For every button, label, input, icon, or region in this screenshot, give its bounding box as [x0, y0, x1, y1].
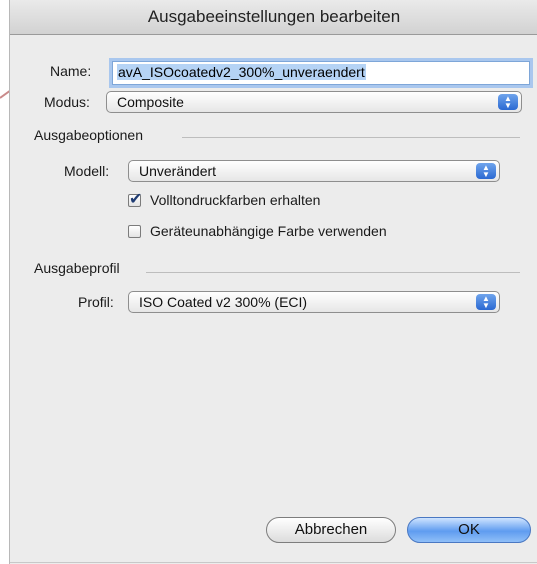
ok-button[interactable]: OK — [407, 517, 531, 543]
checkmark-icon: ✔ — [129, 191, 143, 208]
updown-arrows-icon: ▲ ▼ — [498, 94, 518, 110]
profil-select[interactable]: ISO Coated v2 300% (ECI) ▲ ▼ — [128, 291, 500, 313]
group-divider — [182, 137, 520, 138]
geraeteunabhaengig-checkbox[interactable] — [128, 225, 141, 238]
edit-output-settings-dialog: Ausgabeeinstellungen bearbeiten Name: av… — [9, 0, 537, 564]
modell-select[interactable]: Unverändert ▲ ▼ — [128, 160, 500, 182]
updown-arrows-icon: ▲ ▼ — [476, 294, 496, 310]
modell-label: Modell: — [64, 163, 110, 179]
volltondruck-label[interactable]: Volltondruckfarben erhalten — [150, 192, 320, 208]
modus-select[interactable]: Composite ▲ ▼ — [106, 91, 522, 113]
name-input[interactable]: avA_ISOcoatedv2_300%_unveraendert — [112, 61, 530, 85]
modus-select-value: Composite — [117, 94, 184, 110]
volltondruck-checkbox[interactable]: ✔ — [128, 191, 142, 208]
ausgabeoptionen-heading: Ausgabeoptionen — [34, 127, 143, 143]
modell-select-value: Unverändert — [139, 163, 217, 179]
name-label: Name: — [50, 63, 92, 79]
cancel-button[interactable]: Abbrechen — [266, 517, 396, 543]
ausgabeprofil-heading: Ausgabeprofil — [34, 260, 120, 276]
bottom-edge — [10, 562, 537, 563]
updown-arrows-icon: ▲ ▼ — [476, 163, 496, 179]
dialog-title: Ausgabeeinstellungen bearbeiten — [10, 0, 537, 35]
profil-label: Profil: — [78, 294, 114, 310]
modus-label: Modus: — [44, 94, 90, 110]
profil-select-value: ISO Coated v2 300% (ECI) — [139, 294, 308, 310]
geraeteunabhaengig-label[interactable]: Geräteunabhängige Farbe verwenden — [150, 223, 387, 239]
name-input-value: avA_ISOcoatedv2_300%_unveraendert — [117, 64, 366, 80]
group-divider — [146, 272, 520, 273]
